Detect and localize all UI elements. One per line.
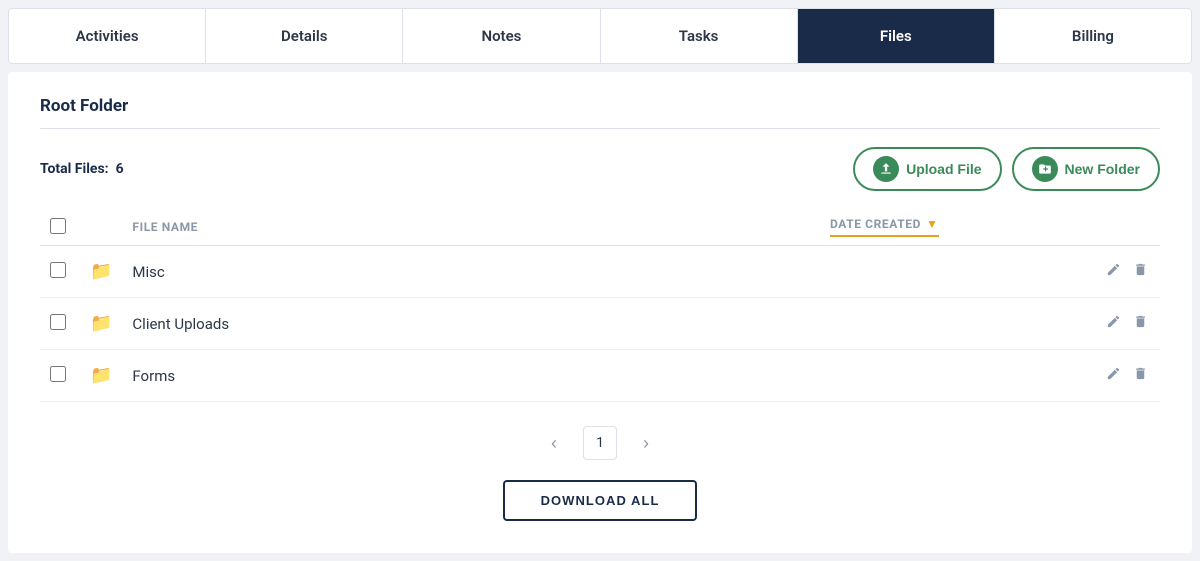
delete-button[interactable] (1131, 364, 1150, 387)
tab-notes[interactable]: Notes (403, 9, 600, 63)
tab-details[interactable]: Details (206, 9, 403, 63)
delete-button[interactable] (1131, 312, 1150, 335)
toolbar-actions: Upload File New Folder (853, 147, 1160, 191)
tab-files[interactable]: Files (798, 9, 995, 63)
toolbar: Total Files: 6 Upload File New Folder (40, 147, 1160, 191)
date-created-cell (820, 350, 1080, 402)
main-content: Root Folder Total Files: 6 Upload File (8, 72, 1192, 553)
next-page-button[interactable]: › (635, 429, 657, 458)
upload-file-button[interactable]: Upload File (853, 147, 1001, 191)
date-created-cell (820, 246, 1080, 298)
download-all-button[interactable]: DOWNLOAD ALL (503, 480, 698, 521)
row-actions (1090, 312, 1150, 335)
page-number[interactable]: 1 (583, 426, 617, 460)
row-actions (1090, 364, 1150, 387)
edit-button[interactable] (1104, 260, 1123, 283)
file-table: FILE NAME DATE CREATED ▼ 📁 Misc (40, 209, 1160, 402)
row-checkbox[interactable] (50, 262, 66, 278)
download-all-wrapper: DOWNLOAD ALL (40, 480, 1160, 521)
prev-page-button[interactable]: ‹ (543, 429, 565, 458)
file-name-cell: Client Uploads (122, 298, 820, 350)
folder-icon: 📁 (90, 365, 112, 386)
tab-activities[interactable]: Activities (9, 9, 206, 63)
total-files-label: Total Files: 6 (40, 161, 124, 177)
tab-billing[interactable]: Billing (995, 9, 1191, 63)
tab-bar: Activities Details Notes Tasks Files Bil… (8, 8, 1192, 64)
folder-plus-icon (1032, 156, 1058, 182)
date-created-header[interactable]: DATE CREATED ▼ (830, 217, 939, 237)
folder-icon: 📁 (90, 261, 112, 282)
delete-button[interactable] (1131, 260, 1150, 283)
table-row: 📁 Forms (40, 350, 1160, 402)
tab-tasks[interactable]: Tasks (601, 9, 798, 63)
sort-arrow-icon: ▼ (926, 217, 938, 231)
file-name-cell: Misc (122, 246, 820, 298)
section-divider (40, 128, 1160, 129)
date-created-cell (820, 298, 1080, 350)
edit-button[interactable] (1104, 364, 1123, 387)
row-actions (1090, 260, 1150, 283)
row-checkbox[interactable] (50, 366, 66, 382)
edit-button[interactable] (1104, 312, 1123, 335)
file-name-cell: Forms (122, 350, 820, 402)
folder-icon: 📁 (90, 313, 112, 334)
row-checkbox[interactable] (50, 314, 66, 330)
table-row: 📁 Misc (40, 246, 1160, 298)
pagination: ‹ 1 › (40, 426, 1160, 460)
upload-icon (873, 156, 899, 182)
table-row: 📁 Client Uploads (40, 298, 1160, 350)
section-title: Root Folder (40, 96, 1160, 116)
select-all-checkbox[interactable] (50, 218, 66, 234)
new-folder-button[interactable]: New Folder (1012, 147, 1160, 191)
